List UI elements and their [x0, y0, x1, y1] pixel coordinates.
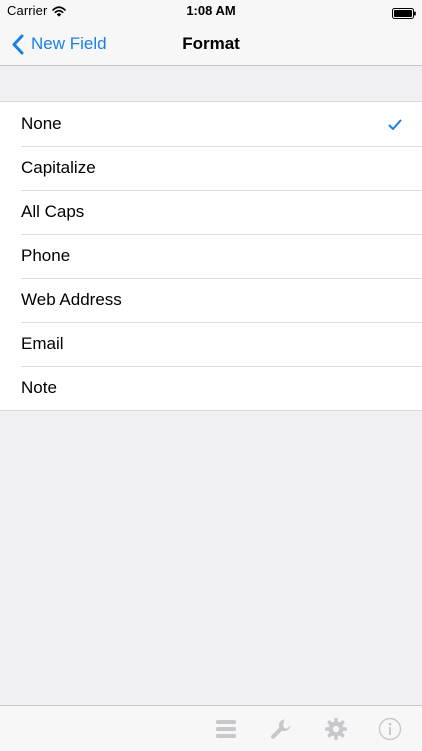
status-time: 1:08 AM — [186, 3, 236, 18]
format-option-label: Note — [21, 378, 57, 397]
status-bar: Carrier 1:08 AM — [0, 0, 422, 22]
info-icon[interactable] — [378, 717, 402, 741]
format-option-label: Phone — [21, 246, 71, 265]
list-icon[interactable] — [214, 717, 238, 741]
gear-icon[interactable] — [324, 717, 348, 741]
battery-icon — [392, 6, 416, 19]
format-option-label: Web Address — [21, 290, 122, 309]
checkmark-icon — [388, 116, 402, 130]
format-option-all-caps[interactable]: All Caps — [0, 190, 422, 234]
format-option-email[interactable]: Email — [0, 322, 422, 366]
format-option-capitalize[interactable]: Capitalize — [0, 146, 422, 190]
format-option-note[interactable]: Note — [0, 366, 422, 410]
format-option-label: All Caps — [21, 202, 85, 221]
format-option-label: Email — [21, 334, 64, 353]
format-option-phone[interactable]: Phone — [0, 234, 422, 278]
page-title: Format — [182, 34, 240, 53]
bottom-toolbar — [0, 705, 422, 751]
format-option-label: None — [21, 114, 62, 133]
format-option-label: Capitalize — [21, 158, 96, 177]
navigation-bar: New Field Format — [0, 22, 422, 66]
format-option-none[interactable]: None — [0, 102, 422, 146]
format-option-web-address[interactable]: Web Address — [0, 278, 422, 322]
format-options-list: None Capitalize All Caps Phone Web Addre… — [0, 101, 422, 411]
wrench-icon[interactable] — [269, 717, 293, 741]
